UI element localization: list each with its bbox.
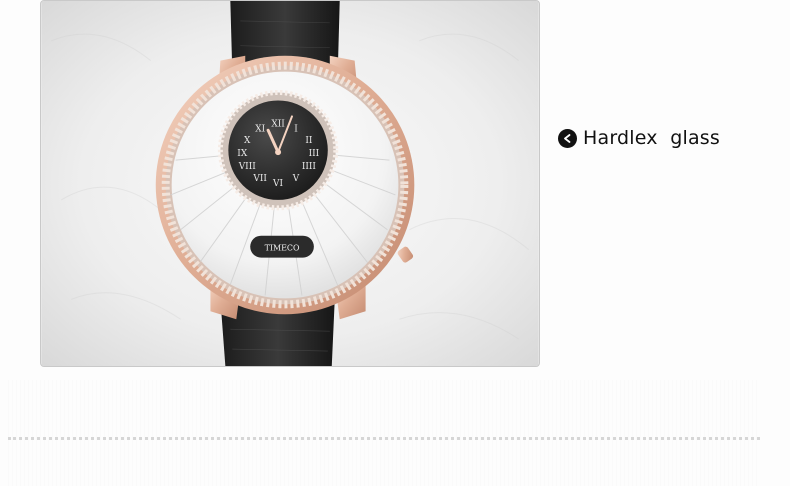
svg-text:VII: VII <box>252 174 267 184</box>
feature-label: Hardlex glass <box>583 127 721 149</box>
svg-text:V: V <box>292 174 300 184</box>
feature-hardlex-glass: Hardlex glass <box>558 124 720 152</box>
left-arrow-icon <box>558 128 577 148</box>
svg-text:I: I <box>294 124 298 134</box>
svg-text:XI: XI <box>255 124 265 134</box>
svg-text:X: X <box>244 136 251 146</box>
svg-text:II: II <box>305 136 313 146</box>
svg-text:XII: XII <box>271 119 285 129</box>
svg-text:IIII: IIII <box>302 162 317 172</box>
lower-blank-band <box>8 380 760 486</box>
dotted-divider <box>8 437 760 440</box>
watch-illustration: XII I II III IIII V VI VII VIII IX X XI … <box>41 1 539 366</box>
svg-text:TIMECO: TIMECO <box>265 244 300 253</box>
svg-text:VIII: VIII <box>238 162 257 172</box>
product-photo: XII I II III IIII V VI VII VIII IX X XI … <box>40 0 540 367</box>
svg-text:III: III <box>309 149 320 159</box>
svg-text:IX: IX <box>237 149 248 159</box>
svg-text:VI: VI <box>272 179 283 189</box>
